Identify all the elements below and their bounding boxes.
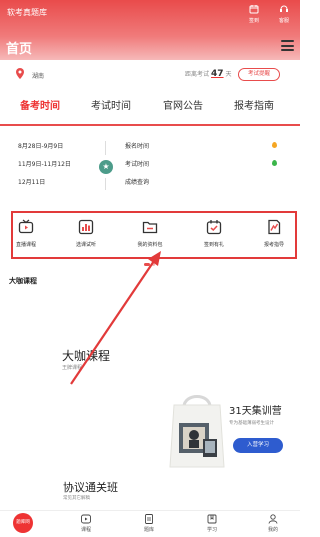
- countdown-days: 47: [211, 69, 224, 79]
- star-icon: ★: [99, 160, 113, 174]
- calendar-icon: [244, 4, 264, 18]
- schedule-event: 成绩查询: [125, 179, 150, 186]
- info-tabs: 备考时间 考试时间 官网公告 报考指南: [0, 97, 300, 121]
- nav-profile[interactable]: 我的: [259, 514, 287, 533]
- quick-link-label: 选课试听: [75, 242, 96, 248]
- course-card-subtitle: 王牌课程: [62, 365, 83, 371]
- status-dot-icon: [272, 142, 277, 148]
- province-selector[interactable]: 湖南: [32, 71, 44, 80]
- headset-icon: [274, 4, 294, 18]
- nav-label: 题库: [143, 527, 154, 533]
- countdown-suffix: 天: [225, 71, 232, 78]
- schedule-date: 11月9日-11月12日: [18, 161, 71, 168]
- section-title: 大咖课程: [9, 277, 37, 285]
- tab-prep-time[interactable]: 备考时间: [20, 97, 60, 112]
- nav-label: 课程: [80, 527, 91, 533]
- quick-link-live-course[interactable]: 直播课程: [1, 219, 51, 248]
- chart-icon: [78, 219, 94, 235]
- report-icon: [268, 219, 281, 235]
- nav-study[interactable]: 学习: [198, 514, 226, 533]
- location-row: 湖南 距离考试 47 天 考试提醒: [0, 60, 300, 90]
- status-dot-icon: [272, 160, 277, 166]
- countdown-prefix: 距离考试: [185, 71, 210, 78]
- tab-registration-guide[interactable]: 报考指南: [234, 97, 274, 112]
- top-header: 软考真题库 签到 客服 首页: [0, 0, 300, 60]
- quick-link-label: 报考指导: [263, 242, 284, 248]
- tab-divider: [0, 124, 300, 126]
- quick-link-materials[interactable]: 我的资料包: [125, 219, 175, 248]
- signin-label: 签到: [248, 18, 259, 24]
- schedule-event: 报名时间: [125, 143, 150, 150]
- book-icon: [207, 514, 217, 524]
- quick-links-panel: 直播课程 选课试听 我的资料包 签到有礼 报考指导: [11, 211, 297, 259]
- tab-official-notice[interactable]: 官网公告: [163, 97, 203, 112]
- tab-exam-time[interactable]: 考试时间: [91, 97, 131, 112]
- bottom-navigation: 题库网 课程 题库 学习 我的: [0, 510, 300, 537]
- nav-question-bank[interactable]: 题库: [135, 514, 163, 533]
- exam-reminder-button[interactable]: 考试提醒: [238, 68, 280, 81]
- schedule-event: 考试时间: [125, 161, 150, 168]
- signin-button[interactable]: 签到: [244, 4, 264, 24]
- nav-label: 我的: [267, 527, 278, 533]
- quick-link-signin-gift[interactable]: 签到有礼: [189, 219, 239, 248]
- schedule-date: 8月28日-9月9日: [18, 143, 64, 150]
- quick-link-label: 我的资料包: [137, 242, 163, 248]
- quick-link-exam-guide[interactable]: 报考指导: [249, 219, 299, 248]
- pass-class-subtitle: 常见其它解稿: [63, 496, 90, 501]
- location-pin-icon[interactable]: [15, 68, 25, 80]
- user-icon: [268, 514, 278, 524]
- folder-icon: [142, 221, 158, 234]
- bootcamp-subtitle: 专为基础薄弱考生设计: [229, 421, 274, 426]
- customer-service-button[interactable]: 客服: [274, 4, 294, 24]
- nav-label: 学习: [206, 527, 217, 533]
- schedule-row: 8月28日-9月9日 报名时间: [0, 141, 300, 153]
- document-icon: [145, 514, 153, 524]
- calendar-check-icon: [206, 220, 222, 235]
- timeline-line: [105, 141, 106, 155]
- schedule-row: 12月11日 成绩查询: [0, 177, 300, 189]
- quick-link-label: 签到有礼: [203, 242, 224, 248]
- nav-course[interactable]: 课程: [72, 514, 100, 533]
- schedule-date: 12月11日: [18, 179, 46, 186]
- carousel-indicator: [144, 263, 156, 266]
- pass-class-title[interactable]: 协议通关班: [63, 479, 118, 495]
- schedule-row: 11月9日-11月12日 考试时间: [0, 159, 300, 171]
- tv-icon: [18, 219, 34, 234]
- tote-bag-image: [169, 395, 225, 468]
- quick-link-label: 直播课程: [15, 242, 36, 248]
- join-bootcamp-button[interactable]: 入营学习: [233, 438, 283, 453]
- timeline-line: [105, 178, 106, 190]
- exam-countdown: 距离考试 47 天: [185, 69, 232, 79]
- app-title: 软考真题库: [7, 8, 47, 17]
- nav-home-button[interactable]: 题库网: [13, 513, 33, 533]
- quick-link-trial-course[interactable]: 选课试听: [61, 219, 111, 248]
- play-icon: [81, 514, 91, 524]
- bootcamp-title[interactable]: 31天集训营: [229, 402, 282, 417]
- schedule-list: 8月28日-9月9日 报名时间 11月9日-11月12日 考试时间 12月11日…: [0, 136, 300, 196]
- page-title: 首页: [6, 42, 33, 57]
- course-card-title[interactable]: 大咖课程: [62, 347, 110, 364]
- home-bar: 首页: [0, 30, 300, 60]
- service-label: 客服: [278, 18, 289, 24]
- menu-icon[interactable]: [281, 40, 294, 51]
